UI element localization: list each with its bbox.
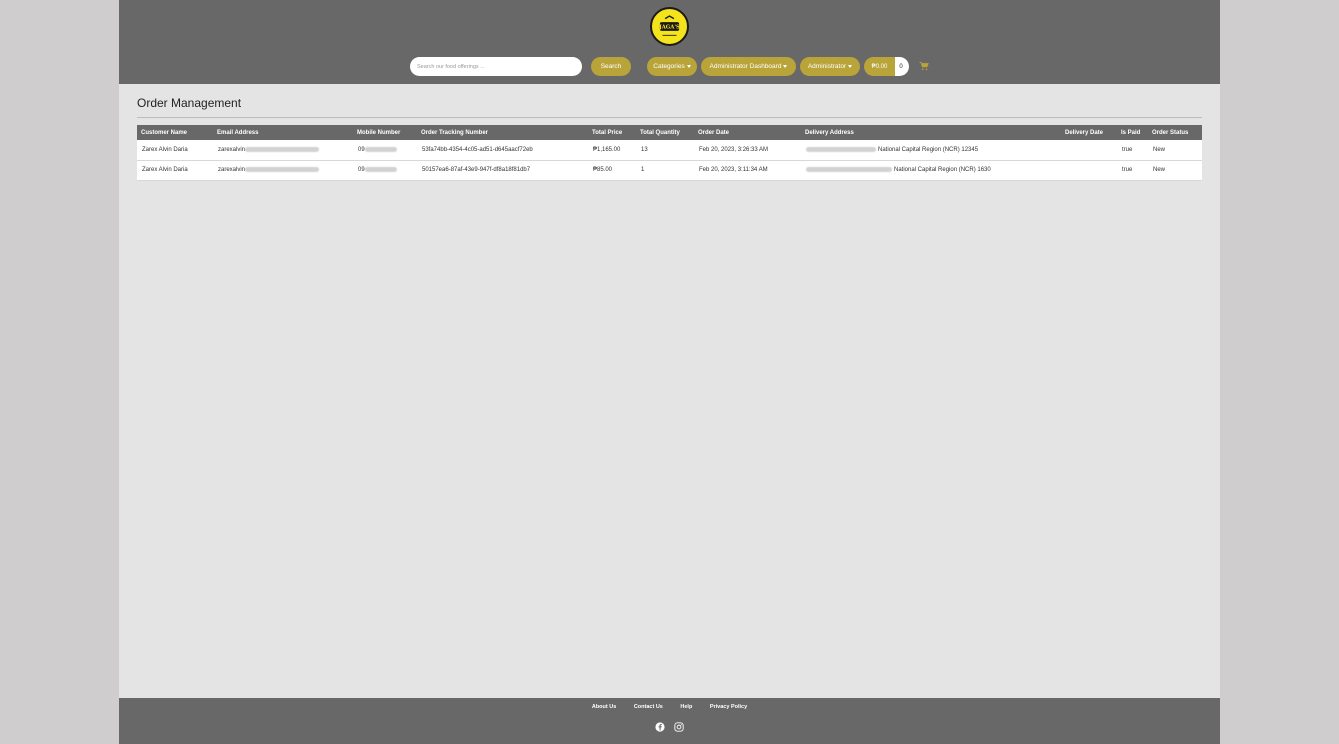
cell-order-status: New [1153,146,1166,153]
cell-tracking-number: 53fa74bb-4354-4c05-ad51-d645aacf72eb [422,146,533,153]
cell-customer-name: Zarex Alvin Daria [142,167,188,173]
cell-total-quantity: 13 [641,146,648,153]
cell-order-date: Feb 20, 2023, 3:26:33 AM [699,146,769,153]
cell-is-paid: true [1122,167,1133,173]
footer-links: About Us Contact Us Help Privacy Policy [119,704,1220,710]
redacted-mobile [364,146,397,152]
cart-count-badge: 0 [895,57,909,76]
redacted-mobile [364,166,397,172]
search-input[interactable] [410,57,582,76]
table-row[interactable]: Zarex Alvin Daria zarexalvin 09 53fa74bb… [137,140,1202,160]
app-container: JAGA'S Search Categories Administrator D… [119,0,1220,744]
cell-order-date: Feb 20, 2023, 3:11:34 AM [699,167,768,173]
header: JAGA'S Search Categories Administrator D… [119,0,1220,84]
cell-customer-name: Zarex Alvin Daria [142,146,188,153]
orders-table-container: Customer Name Email Address Mobile Numbe… [137,125,1202,181]
col-is-paid[interactable]: Is Paid [1117,125,1148,140]
svg-text:JAGA'S: JAGA'S [658,25,680,31]
table-row[interactable]: Zarex Alvin Daria zarexalvin 09 50157ea6… [137,160,1202,180]
cell-email-address: zarexalvin [213,140,353,160]
orders-table: Customer Name Email Address Mobile Numbe… [137,125,1202,181]
col-order-date[interactable]: Order Date [694,125,801,140]
cell-total-price: ₱85.00 [593,167,613,173]
email-prefix: zarexalvin [218,167,246,174]
caret-down-icon [848,65,853,68]
administrator-dashboard-label: Administrator Dashboard [709,63,782,70]
cell-delivery-date [1061,160,1117,180]
page-title: Order Management [137,96,242,110]
footer-link-contact-us[interactable]: Contact Us [634,704,663,710]
footer-link-privacy-policy[interactable]: Privacy Policy [710,704,747,710]
col-total-price[interactable]: Total Price [588,125,636,140]
categories-dropdown[interactable]: Categories [647,57,697,76]
cell-tracking-number: 50157ea6-87af-43e9-947f-df8a18f81db7 [422,167,531,173]
administrator-dashboard-dropdown[interactable]: Administrator Dashboard [701,57,796,76]
cart-total[interactable]: ₱0.00 [864,57,895,76]
caret-down-icon [783,65,788,68]
brand-logo[interactable]: JAGA'S [650,7,689,46]
cell-mobile-number: 09 [353,140,417,160]
col-delivery-address[interactable]: Delivery Address [801,125,1061,140]
address-visible: National Capital Region (NCR) 1630 [894,167,991,174]
administrator-dropdown[interactable]: Administrator [800,57,860,76]
administrator-label: Administrator [807,63,847,70]
shopping-cart-icon[interactable] [919,61,929,71]
redacted-email [245,166,320,172]
col-mobile-number[interactable]: Mobile Number [353,125,417,140]
search-button[interactable]: Search [591,57,631,76]
col-email-address[interactable]: Email Address [213,125,353,140]
caret-down-icon [686,65,691,68]
redacted-address [806,146,876,152]
cell-total-price: ₱1,165.00 [593,146,621,153]
mobile-prefix: 09 [358,146,365,153]
col-order-status[interactable]: Order Status [1148,125,1202,140]
cell-order-status: New [1153,167,1166,173]
col-total-quantity[interactable]: Total Quantity [636,125,694,140]
title-divider [137,117,1202,118]
cell-total-quantity: 1 [641,167,645,173]
redacted-email [245,146,320,152]
redacted-address [806,166,892,172]
cell-delivery-date [1061,140,1117,160]
facebook-icon[interactable] [655,722,665,732]
footer: About Us Contact Us Help Privacy Policy [119,698,1220,744]
email-prefix: zarexalvin [218,146,246,153]
cell-mobile-number: 09 [353,160,417,180]
footer-link-help[interactable]: Help [680,704,692,710]
col-customer-name[interactable]: Customer Name [137,125,213,140]
col-delivery-date[interactable]: Delivery Date [1061,125,1117,140]
col-order-tracking-number[interactable]: Order Tracking Number [417,125,588,140]
address-visible: National Capital Region (NCR) 12345 [878,146,979,153]
cell-is-paid: true [1122,146,1133,153]
cell-delivery-address: National Capital Region (NCR) 1630 [801,160,1061,180]
cell-delivery-address: National Capital Region (NCR) 12345 [801,140,1061,160]
table-header-row: Customer Name Email Address Mobile Numbe… [137,125,1202,140]
mobile-prefix: 09 [358,167,365,174]
instagram-icon[interactable] [674,722,684,732]
brand-logo-icon: JAGA'S [652,9,687,44]
cell-email-address: zarexalvin [213,160,353,180]
categories-label: Categories [653,63,685,70]
footer-link-about-us[interactable]: About Us [592,704,616,710]
